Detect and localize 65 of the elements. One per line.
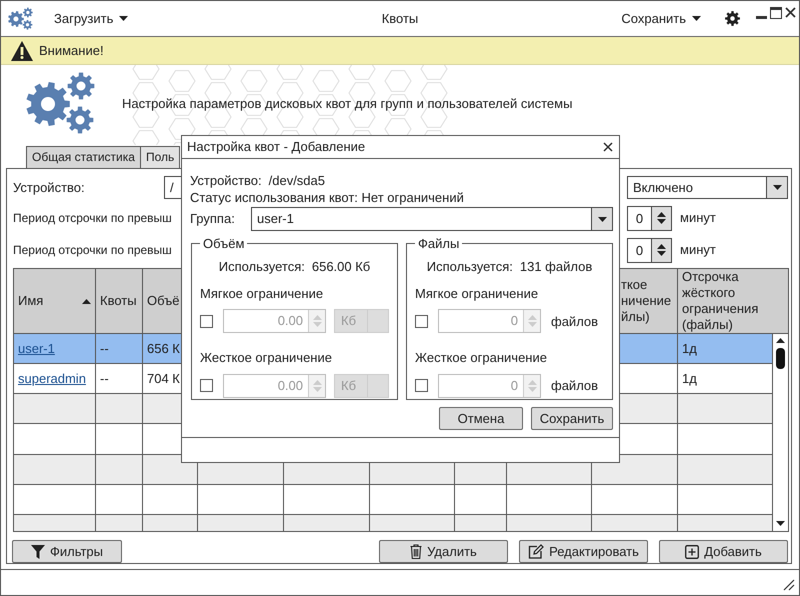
number-field[interactable]: 0 [627, 238, 672, 262]
unit-label: файлов [551, 378, 598, 394]
used-value: 656.00 Кб [312, 259, 370, 275]
device-value: /dev/sda5 [268, 173, 325, 189]
unit-label: минут [680, 210, 716, 226]
app-gears-icon [8, 6, 34, 30]
tab[interactable]: Общая статистика [26, 146, 141, 168]
close-icon[interactable] [785, 7, 796, 18]
action-button[interactable]: Добавить [659, 540, 788, 563]
used-value: 131 файлов [520, 259, 592, 275]
caret-icon [692, 16, 701, 21]
close-icon[interactable] [603, 142, 613, 152]
column-header[interactable]: Квоты [96, 268, 142, 334]
dialog-button[interactable]: Сохранить [531, 407, 613, 430]
scroll-thumb[interactable] [776, 348, 785, 369]
status-text: Статус использования квот: Нет ограничений [190, 190, 465, 206]
field-label: Используется: [426, 259, 513, 275]
field-label: Жесткое ограничение [415, 350, 548, 366]
spin-arrows-icon [657, 211, 666, 225]
mode-dropdown[interactable]: Включено [627, 176, 788, 199]
spin-arrows-icon [528, 378, 536, 393]
field-label: Период отсрочки по превыш [13, 242, 172, 258]
spin-arrows-icon [657, 243, 666, 257]
table-cell: -- [96, 334, 142, 364]
warning-icon [11, 40, 33, 60]
field-label: Группа: [190, 211, 236, 227]
field-label: Мягкое ограничение [415, 286, 540, 302]
action-button[interactable]: Фильтры [12, 540, 122, 563]
dialog-button[interactable]: Отмена [439, 407, 523, 430]
field-label: Устройство: [13, 180, 86, 196]
scroll-down-icon[interactable] [776, 521, 785, 526]
caret-icon [119, 16, 128, 21]
caret-icon [598, 216, 606, 222]
action-button[interactable]: Редактировать [519, 540, 648, 563]
group-dropdown[interactable]: user-1 [251, 207, 613, 232]
scroll-up-icon[interactable] [776, 338, 785, 343]
field-label: Используется: [218, 259, 305, 275]
trash-icon [410, 544, 422, 559]
filter-icon [30, 544, 45, 558]
edit-icon [528, 544, 544, 559]
field-label: Мягкое ограничение [200, 286, 324, 302]
column-header[interactable]: Имя [18, 293, 44, 309]
field-label: Период отсрочки по превыш [13, 210, 172, 226]
settings-icon[interactable] [725, 11, 740, 26]
warning-text: Внимание! [39, 42, 104, 58]
resize-grip-icon[interactable] [783, 579, 795, 591]
save-menu[interactable]: Сохранить [619, 10, 703, 26]
caret-icon [772, 185, 782, 190]
load-menu[interactable]: Загрузить [52, 10, 130, 26]
spin-arrows-icon [312, 314, 322, 328]
dialog-title: Настройка квот - Добавление [187, 139, 366, 155]
spin-arrows-icon [528, 314, 536, 328]
maximize-icon[interactable] [770, 7, 782, 20]
number-field[interactable]: 0 [627, 206, 672, 230]
field-label: Жесткое ограничение [200, 350, 333, 366]
header-text: Настройка параметров дисковых квот для групп и пользователей системы [122, 96, 572, 112]
action-button[interactable]: Удалить [379, 540, 508, 563]
tab[interactable]: Поль [140, 146, 180, 168]
unit-label: минут [680, 242, 716, 258]
spin-arrows-icon [312, 378, 322, 393]
column-header[interactable]: Отсрочка жёсткого ограничения (файлы) [678, 268, 789, 334]
window-title: Квоты [382, 10, 418, 26]
table-cell: 1д [678, 334, 772, 364]
add-icon [685, 544, 700, 558]
field-label: Устройство: [190, 173, 262, 189]
